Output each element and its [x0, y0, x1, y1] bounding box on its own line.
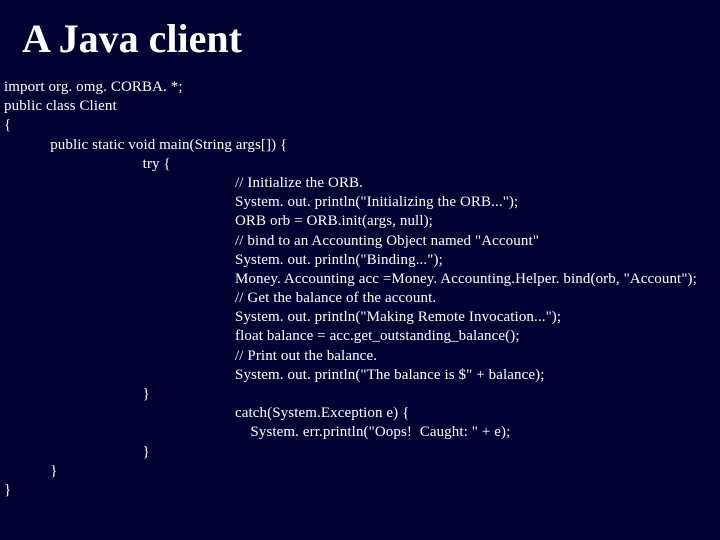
code-line: }: [4, 444, 150, 460]
code-line: }: [4, 386, 150, 402]
code-line: public class Client: [4, 98, 117, 114]
code-line: // Initialize the ORB.: [4, 175, 363, 191]
code-line: // bind to an Accounting Object named "A…: [4, 233, 539, 249]
code-line: }: [4, 463, 58, 479]
slide-title: A Java client: [0, 0, 720, 78]
code-line: ORB orb = ORB.init(args, null);: [4, 213, 433, 229]
code-line: float balance = acc.get_outstanding_bala…: [4, 328, 520, 344]
code-line: System. out. println("Binding...");: [4, 252, 443, 268]
code-line: catch(System.Exception e) {: [4, 405, 409, 421]
code-line: System. out. println("Making Remote Invo…: [4, 309, 561, 325]
code-line: System. out. println("Initializing the O…: [4, 194, 518, 210]
code-line: System. err.println("Oops! Caught: " + e…: [4, 424, 510, 440]
code-line: System. out. println("The balance is $" …: [4, 367, 544, 383]
code-line: // Get the balance of the account.: [4, 290, 436, 306]
slide: A Java client import org. omg. CORBA. *;…: [0, 0, 720, 540]
code-line: }: [4, 482, 11, 498]
code-line: try {: [4, 156, 171, 172]
code-line: {: [4, 117, 11, 133]
code-line: Money. Accounting acc =Money. Accounting…: [4, 271, 697, 287]
code-line: import org. omg. CORBA. *;: [4, 79, 183, 95]
code-line: // Print out the balance.: [4, 348, 377, 364]
code-block: import org. omg. CORBA. *; public class …: [0, 78, 720, 500]
code-line: public static void main(String args[]) {: [4, 137, 287, 153]
